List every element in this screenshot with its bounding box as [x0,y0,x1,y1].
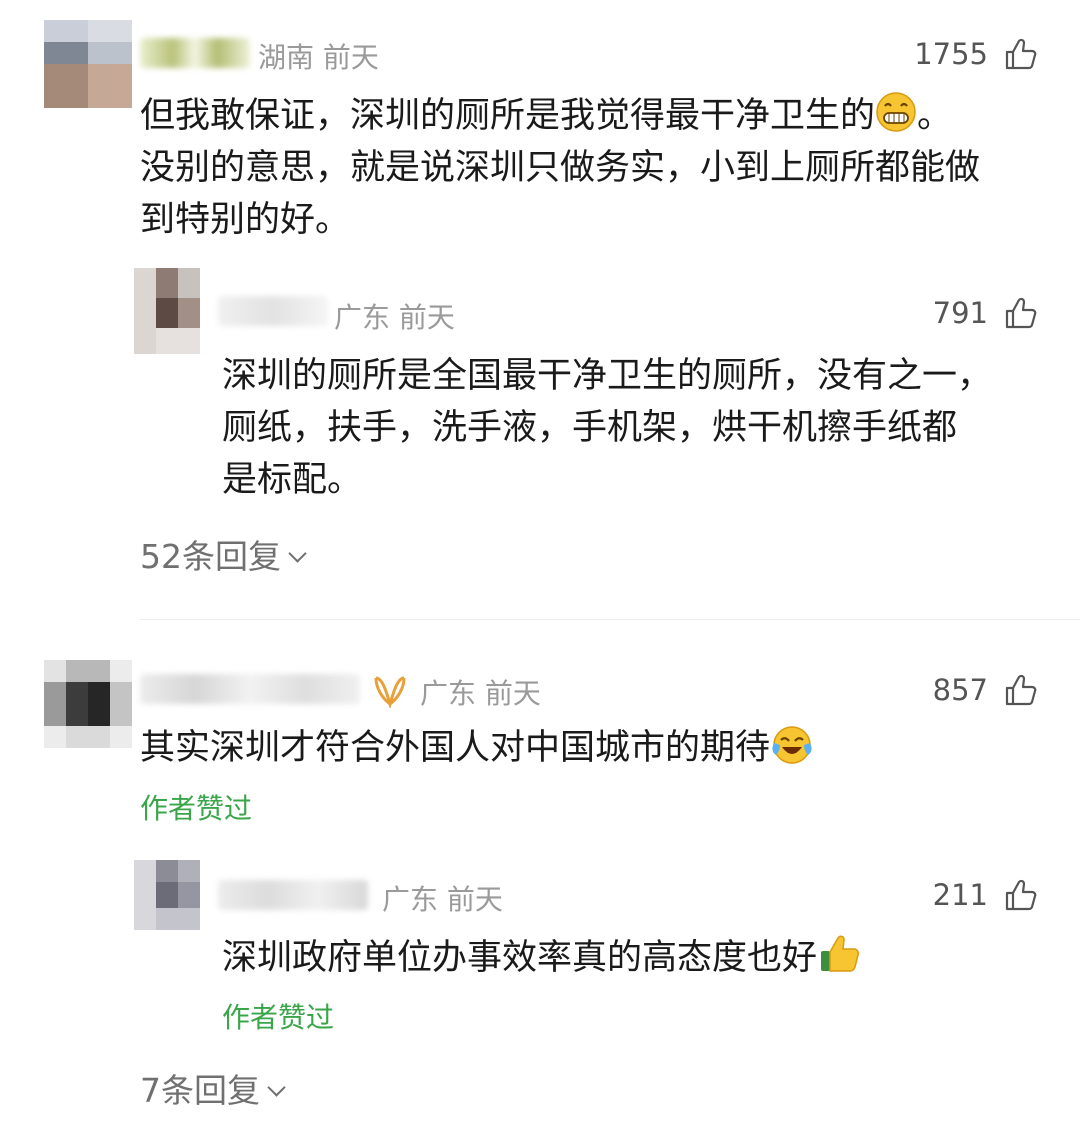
like-count: 1755 [914,37,988,71]
username-blurred[interactable] [140,674,360,704]
thumbs-up-emoji-icon [821,935,860,972]
chevron-down-icon [288,544,307,563]
author-liked-badge: 作者赞过 [222,1001,335,1034]
avatar[interactable] [44,660,132,748]
username-blurred[interactable] [218,880,368,910]
avatar[interactable] [134,268,200,354]
tears-of-joy-icon [772,726,812,764]
chevron-down-icon [267,1078,286,1097]
medal-badge-icon [374,676,406,708]
avatar[interactable] [134,860,200,930]
location-time: 广东 前天 [334,301,455,334]
like-count: 211 [932,878,988,912]
view-replies-link[interactable]: 7条回复 [140,1064,286,1112]
like-count: 857 [932,673,988,707]
author-liked-badge: 作者赞过 [140,792,253,825]
location-time: 广东 前天 [420,677,541,710]
like-count: 791 [932,296,988,330]
thumbs-up-icon[interactable] [1004,37,1038,71]
username-blurred[interactable] [140,38,250,68]
comment-text: 其实深圳才符合外国人对中国城市的期待 [140,722,1050,774]
view-replies-link[interactable]: 52条回复 [140,530,307,578]
thumbs-up-icon[interactable] [1004,296,1038,330]
username-blurred[interactable] [218,296,328,326]
thumbs-up-icon[interactable] [1004,878,1038,912]
grinning-face-icon [876,92,916,132]
location-time: 湖南 前天 [258,41,379,74]
comment-text: 但我敢保证，深圳的厕所是我觉得最干净卫生的。 没别的意思，就是说深圳只做务实，小… [140,90,1050,246]
location-time: 广东 前天 [382,883,503,916]
avatar[interactable] [44,20,132,108]
thumbs-up-icon[interactable] [1004,673,1038,707]
reply-text: 深圳政府单位办事效率真的高态度也好 [222,932,1052,984]
divider [140,619,1080,620]
reply-text: 深圳的厕所是全国最干净卫生的厕所，没有之一， 厕纸，扶手，洗手液，手机架，烘干机… [222,356,993,500]
